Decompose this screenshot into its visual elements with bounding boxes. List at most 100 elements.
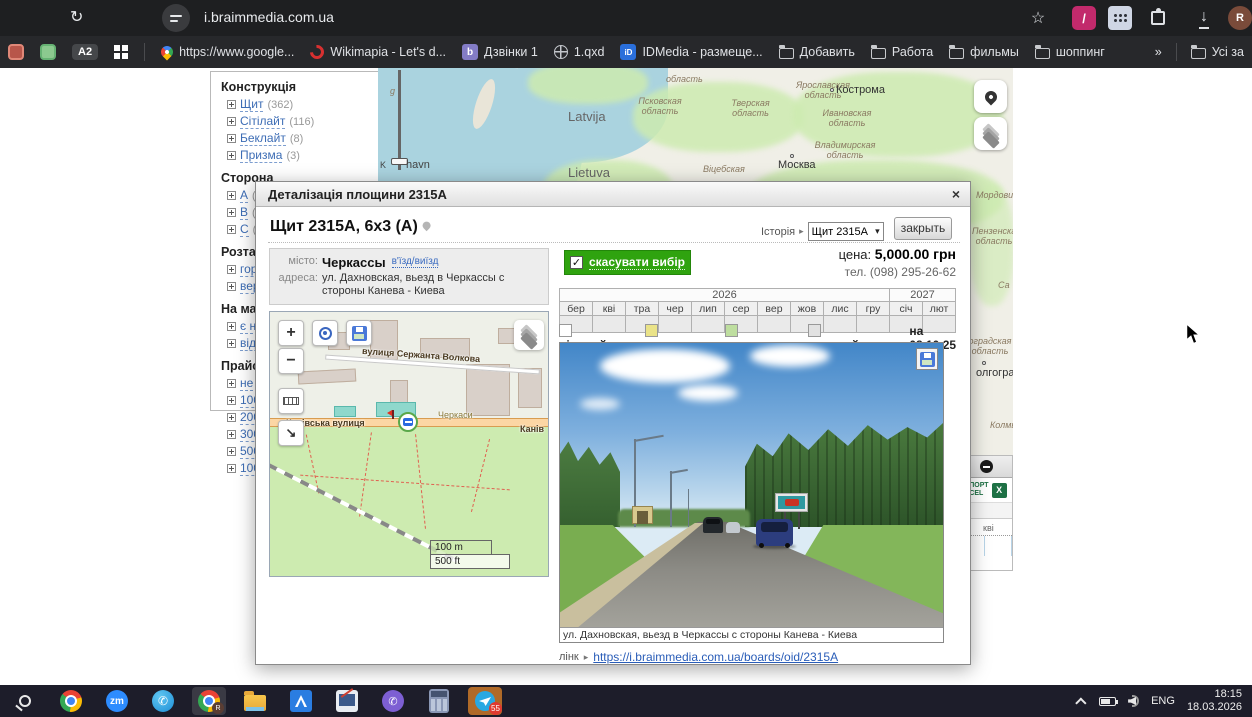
all-bookmarks[interactable]: Усі за	[1190, 45, 1244, 59]
photo-save-button[interactable]	[916, 348, 938, 370]
billboard-marker[interactable]	[398, 412, 418, 432]
bookmark-folder-rabota[interactable]: Работа	[870, 45, 933, 59]
bookmark-dzvinky[interactable]: b Дзвінки 1	[462, 44, 538, 60]
tray-chevron-icon[interactable]	[1075, 697, 1087, 709]
map-pin-button[interactable]	[974, 80, 1007, 113]
profile-avatar[interactable]: R	[1228, 6, 1252, 30]
minimap-zoom-in[interactable]: +	[278, 320, 304, 346]
expand-plus-icon[interactable]	[227, 117, 236, 126]
bookmark-idmedia[interactable]: iD IDMedia - размеще...	[620, 44, 763, 60]
minimap-save-button[interactable]	[346, 320, 372, 346]
search-button[interactable]	[8, 687, 42, 715]
car	[726, 522, 740, 533]
map-label: Колмы	[990, 420, 1013, 430]
volume-control[interactable]	[1128, 695, 1140, 707]
city-label: місто:	[288, 255, 318, 267]
expand-plus-icon[interactable]	[227, 208, 236, 217]
extension-keyboard-icon[interactable]	[1108, 6, 1132, 30]
extensions-puzzle-icon[interactable]	[1146, 6, 1170, 30]
chrome-profile-button[interactable]: R	[192, 687, 226, 715]
expand-plus-icon[interactable]	[227, 464, 236, 473]
battery-icon[interactable]	[1099, 696, 1119, 706]
apps-grid-icon[interactable]	[114, 45, 129, 59]
downloads-icon[interactable]: ↓	[1192, 6, 1216, 30]
history-select[interactable]: Щит 2315А ▾	[807, 222, 884, 241]
extension-pink-icon[interactable]: /	[1072, 6, 1096, 30]
month-header: тра	[625, 301, 659, 316]
scan-app-button[interactable]	[284, 687, 318, 715]
expand-plus-icon[interactable]	[227, 396, 236, 405]
bookmark-favicon-red[interactable]	[8, 44, 24, 60]
expand-plus-icon[interactable]	[227, 322, 236, 331]
clock[interactable]: 18:15 18.03.2026	[1187, 688, 1242, 714]
bookmark-wikimapia[interactable]: Wikimapia - Let's d...	[307, 42, 446, 62]
close-button[interactable]: закрыть	[894, 217, 952, 240]
car	[703, 517, 723, 533]
language-indicator[interactable]: ENG	[1151, 695, 1175, 707]
minimap-zoom-out[interactable]: −	[278, 348, 304, 374]
board-link[interactable]: https://i.braimmedia.com.ua/boards/oid/2…	[593, 650, 838, 664]
bookmark-folder-filmy[interactable]: фильмы	[949, 45, 1019, 59]
map-label: Тверская область	[731, 98, 770, 118]
filter-prizma[interactable]: Призма (3)	[227, 148, 378, 163]
minimap-locate-button[interactable]	[312, 320, 338, 346]
bookmark-star-icon[interactable]: ☆	[1026, 6, 1050, 30]
mini-map[interactable]: вулиця Сержанта Волкова Канівська вулиця…	[269, 311, 549, 577]
bookmark-google[interactable]: https://www.google...	[158, 43, 294, 61]
url-bar[interactable]: i.braimmedia.com.ua	[204, 9, 334, 25]
billboard-photo[interactable]: ул. Дахновская, вьезд в Черкассы с сторо…	[559, 342, 944, 643]
map-zoom-slider[interactable]	[398, 70, 401, 170]
minimap-expand-button[interactable]: ↘	[278, 420, 304, 446]
expand-plus-icon[interactable]	[227, 447, 236, 456]
map-layers-button[interactable]	[974, 117, 1007, 150]
bookmarks-overflow-chevron[interactable]: »	[1155, 45, 1162, 59]
section-title: Конструкція	[221, 80, 297, 94]
chrome-button[interactable]	[54, 687, 88, 715]
expand-plus-icon[interactable]	[227, 430, 236, 439]
bookmark-folder-dobavit[interactable]: Добавить	[778, 45, 855, 59]
close-icon[interactable]: ×	[952, 187, 960, 201]
phone-app-button[interactable]: ✆	[146, 687, 180, 715]
bookmark-qxd[interactable]: 1.qxd	[553, 45, 604, 59]
entry-exit-link[interactable]: в'їзд/виїзд	[391, 256, 439, 268]
expand-plus-icon[interactable]	[227, 265, 236, 274]
photos-app-button[interactable]	[330, 687, 364, 715]
messenger-button[interactable]: 55	[468, 687, 502, 715]
map-label: Ивановская область	[822, 108, 872, 128]
minimap-measure-button[interactable]	[278, 388, 304, 414]
filter-backlight[interactable]: Беклайт (8)	[227, 131, 378, 146]
price-block: цена: 5,000.00 грн тел. (098) 295-26-62	[756, 246, 956, 279]
collapse-icon[interactable]	[980, 460, 993, 473]
site-info-icon[interactable]	[162, 4, 190, 32]
price-label: цена:	[838, 247, 872, 262]
file-explorer-button[interactable]	[238, 687, 272, 715]
expand-plus-icon[interactable]	[227, 379, 236, 388]
checkbox-checked-icon[interactable]: ✓	[570, 256, 583, 269]
expand-plus-icon[interactable]	[227, 282, 236, 291]
divider	[1175, 43, 1177, 61]
expand-plus-icon[interactable]	[227, 413, 236, 422]
reload-icon[interactable]: ↻	[70, 8, 83, 28]
calculator-button[interactable]	[422, 687, 456, 715]
viber-button[interactable]: ✆	[376, 687, 410, 715]
expand-plus-icon[interactable]	[227, 134, 236, 143]
expand-plus-icon[interactable]	[227, 100, 236, 109]
cancel-selection-button[interactable]: ✓ скасувати вибір	[564, 250, 691, 275]
expand-plus-icon[interactable]	[227, 225, 236, 234]
chevron-down-icon: ▾	[875, 226, 880, 236]
folder-icon	[1034, 45, 1050, 59]
photo-caption: ул. Дахновская, вьезд в Черкассы с сторо…	[560, 627, 943, 642]
map-label: havn	[406, 159, 430, 171]
bookmark-a2[interactable]: A2	[72, 44, 99, 60]
expand-plus-icon[interactable]	[227, 151, 236, 160]
zoom-app-button[interactable]: zm	[100, 687, 134, 715]
expand-plus-icon[interactable]	[227, 191, 236, 200]
minimap-layers-button[interactable]	[514, 320, 544, 350]
modal-titlebar[interactable]: Деталізація площини 2315А ×	[256, 182, 970, 207]
filter-shchyt[interactable]: Щит (362)	[227, 97, 378, 112]
expand-plus-icon[interactable]	[227, 339, 236, 348]
bookmark-favicon-green[interactable]	[40, 44, 56, 60]
bookmark-folder-shopping[interactable]: шоппинг	[1034, 45, 1105, 59]
filter-citylight[interactable]: Сітілайт (116)	[227, 114, 378, 129]
save-icon	[351, 325, 367, 341]
